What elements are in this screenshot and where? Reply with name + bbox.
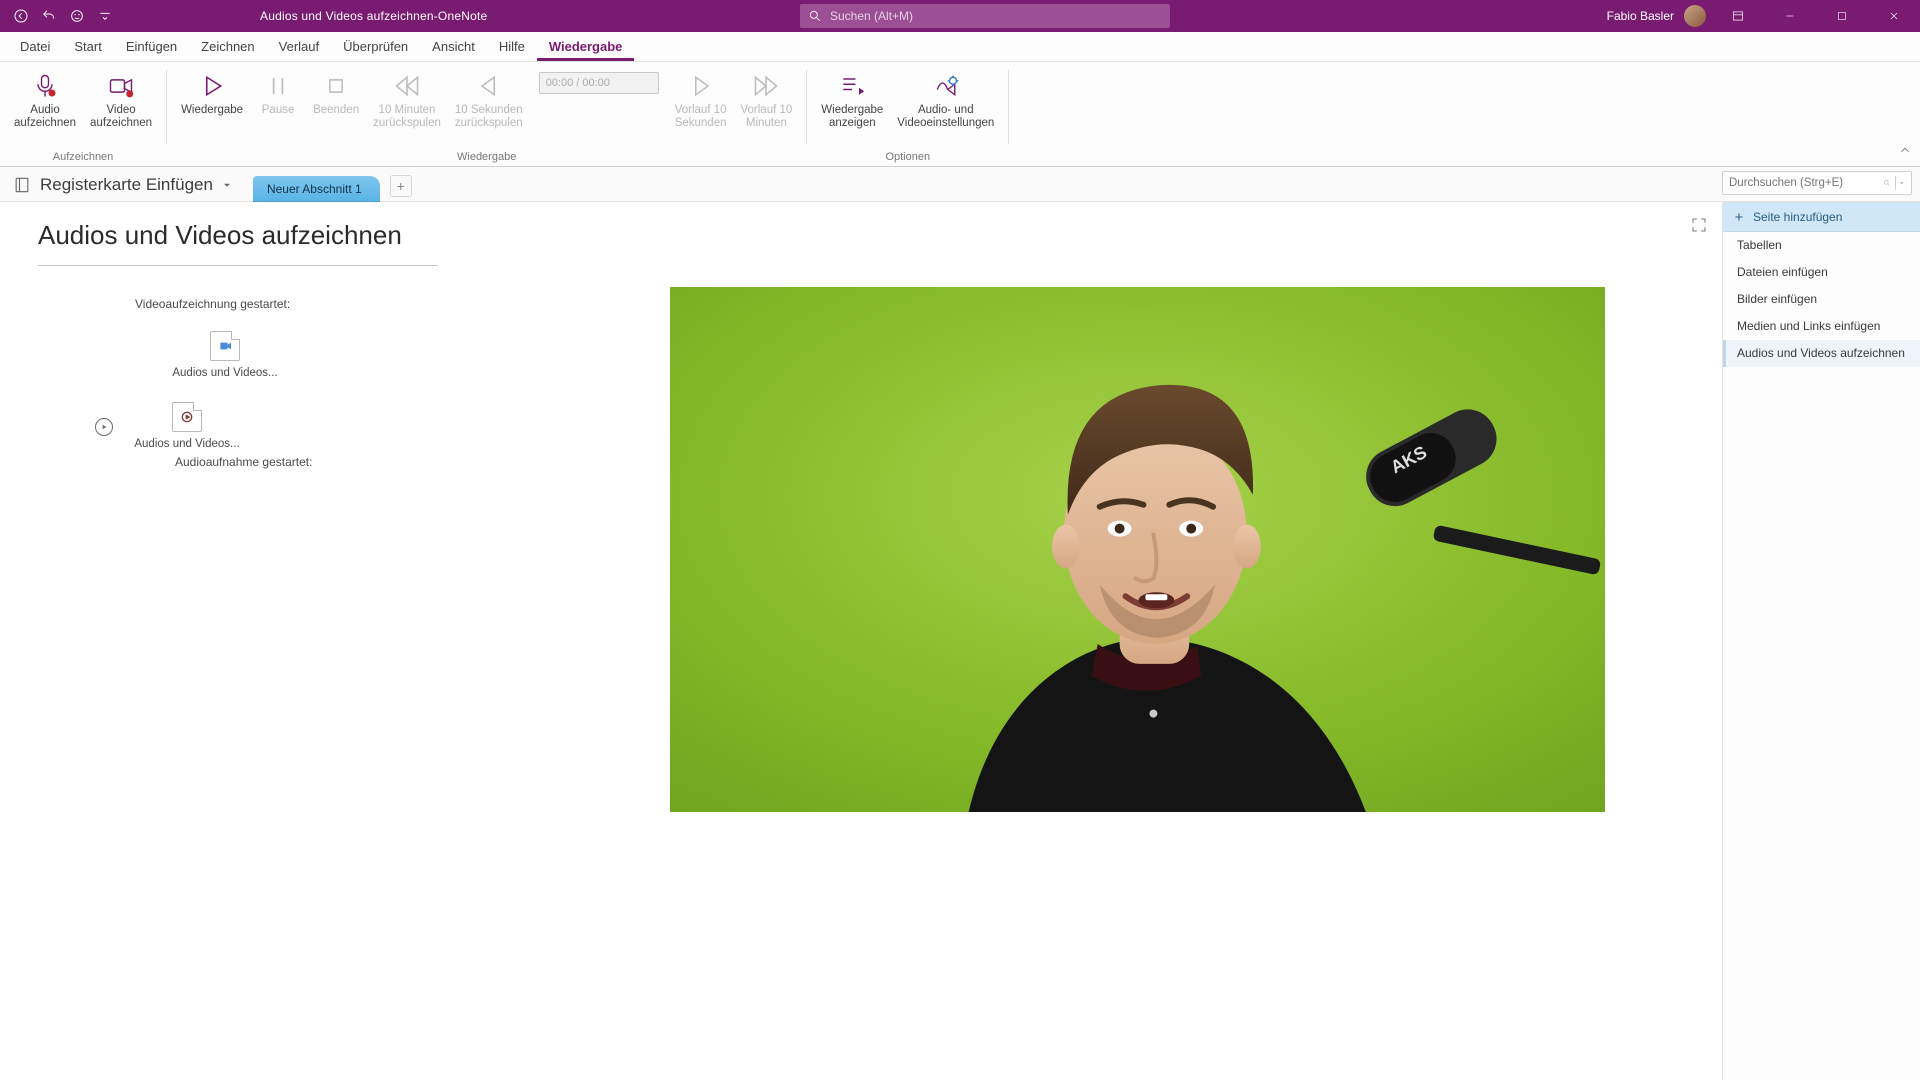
workspace: Audios und Videos aufzeichnen Videoaufze… [0, 202, 1920, 1080]
touch-mode-icon[interactable] [68, 7, 86, 25]
title-bar: Audios und Videos aufzeichnen - OneNote … [0, 0, 1920, 32]
see-playback-button[interactable]: Wiedergabe anzeigen [817, 66, 887, 148]
back-icon[interactable] [12, 7, 30, 25]
page-item[interactable]: Tabellen [1723, 232, 1920, 259]
file-icon [172, 402, 202, 432]
tab-view[interactable]: Ansicht [420, 33, 487, 61]
page-search[interactable] [1722, 171, 1912, 195]
page-item[interactable]: Bilder einfügen [1723, 286, 1920, 313]
pause-button: Pause [253, 66, 303, 117]
video-started-text: Videoaufzeichnung gestartet: [135, 297, 455, 311]
tab-file[interactable]: Datei [8, 33, 62, 61]
page-list: Seite hinzufügen Tabellen Dateien einfüg… [1722, 202, 1920, 1080]
page-title-underline [38, 265, 438, 266]
av-settings-button[interactable]: Audio- und Videoeinstellungen [893, 66, 998, 148]
account-name[interactable]: Fabio Basler [1607, 9, 1674, 23]
expand-page-icon[interactable] [1690, 216, 1710, 236]
undo-icon[interactable] [40, 7, 58, 25]
tab-history[interactable]: Verlauf [267, 33, 331, 61]
page-item[interactable]: Dateien einfügen [1723, 259, 1920, 286]
play-button[interactable]: Wiedergabe [177, 66, 247, 117]
add-page-button[interactable]: Seite hinzufügen [1723, 202, 1920, 232]
video-preview[interactable]: AKS [670, 287, 1605, 812]
maximize-window-icon[interactable] [1822, 0, 1862, 32]
tab-help[interactable]: Hilfe [487, 33, 537, 61]
search-icon [808, 9, 822, 23]
page-item-active[interactable]: Audios und Videos aufzeichnen [1723, 340, 1920, 367]
forward-10m-button: Vorlauf 10 Minuten [736, 66, 796, 130]
notebook-dropdown[interactable]: Registerkarte Einfügen [8, 171, 243, 201]
page-title[interactable]: Audios und Videos aufzeichnen [38, 220, 438, 261]
minimize-window-icon[interactable] [1770, 0, 1810, 32]
record-video-label: Video aufzeichnen [90, 104, 152, 130]
tab-start[interactable]: Start [62, 33, 113, 61]
window-title: Audios und Videos aufzeichnen - OneNote [260, 0, 487, 32]
file-icon [210, 331, 240, 361]
ribbon-tabs: Datei Start Einfügen Zeichnen Verlauf Üb… [0, 32, 1920, 62]
notebook-nav: Registerkarte Einfügen Neuer Abschnitt 1… [0, 167, 1920, 202]
ribbon: Audio aufzeichnen Video aufzeichnen Aufz… [0, 62, 1920, 167]
record-audio-label: Audio aufzeichnen [14, 104, 76, 130]
page-canvas[interactable]: Audios und Videos aufzeichnen Videoaufze… [0, 202, 1722, 1080]
group-playback-label: Wiedergabe [457, 148, 516, 166]
note-content[interactable]: Videoaufzeichnung gestartet: Audios und … [135, 297, 455, 489]
close-window-icon[interactable] [1874, 0, 1914, 32]
group-options-label: Optionen [885, 148, 930, 166]
tab-draw[interactable]: Zeichnen [189, 33, 266, 61]
search-icon [1883, 176, 1891, 190]
attachment-label: Audios und Videos... [172, 367, 277, 380]
audio-started-text: Audioaufnahme gestartet: [175, 455, 455, 469]
attachment-audio[interactable]: Audios und Videos... [127, 402, 247, 451]
tab-insert[interactable]: Einfügen [114, 33, 189, 61]
forward-10s-button: Vorlauf 10 Sekunden [671, 66, 731, 130]
rewind-10m-button: 10 Minuten zurückspulen [369, 66, 445, 130]
section-tab[interactable]: Neuer Abschnitt 1 [253, 176, 380, 202]
notebook-name: Registerkarte Einfügen [40, 175, 213, 195]
page-search-input[interactable] [1729, 177, 1883, 189]
qat-customize-icon[interactable] [96, 7, 114, 25]
inline-play-button[interactable] [95, 418, 113, 436]
global-search-input[interactable] [830, 9, 1162, 23]
record-video-button[interactable]: Video aufzeichnen [86, 66, 156, 148]
global-search[interactable] [800, 4, 1170, 28]
tab-review[interactable]: Überprüfen [331, 33, 420, 61]
ribbon-display-options-icon[interactable] [1718, 0, 1758, 32]
group-record-label: Aufzeichnen [53, 148, 114, 166]
attachment-video[interactable]: Audios und Videos... [165, 331, 285, 380]
page-item[interactable]: Medien und Links einfügen [1723, 313, 1920, 340]
tab-playback[interactable]: Wiedergabe [537, 33, 635, 61]
collapse-ribbon-icon[interactable] [1898, 143, 1912, 162]
rewind-10s-button: 10 Sekunden zurückspulen [451, 66, 527, 130]
account-avatar[interactable] [1684, 5, 1706, 27]
chevron-down-icon[interactable] [1899, 178, 1905, 188]
record-audio-button[interactable]: Audio aufzeichnen [10, 66, 80, 148]
attachment-label: Audios und Videos... [134, 438, 239, 451]
playback-time: 00:00 / 00:00 [539, 72, 659, 94]
stop-button: Beenden [309, 66, 363, 117]
add-section-button[interactable]: + [390, 175, 412, 197]
